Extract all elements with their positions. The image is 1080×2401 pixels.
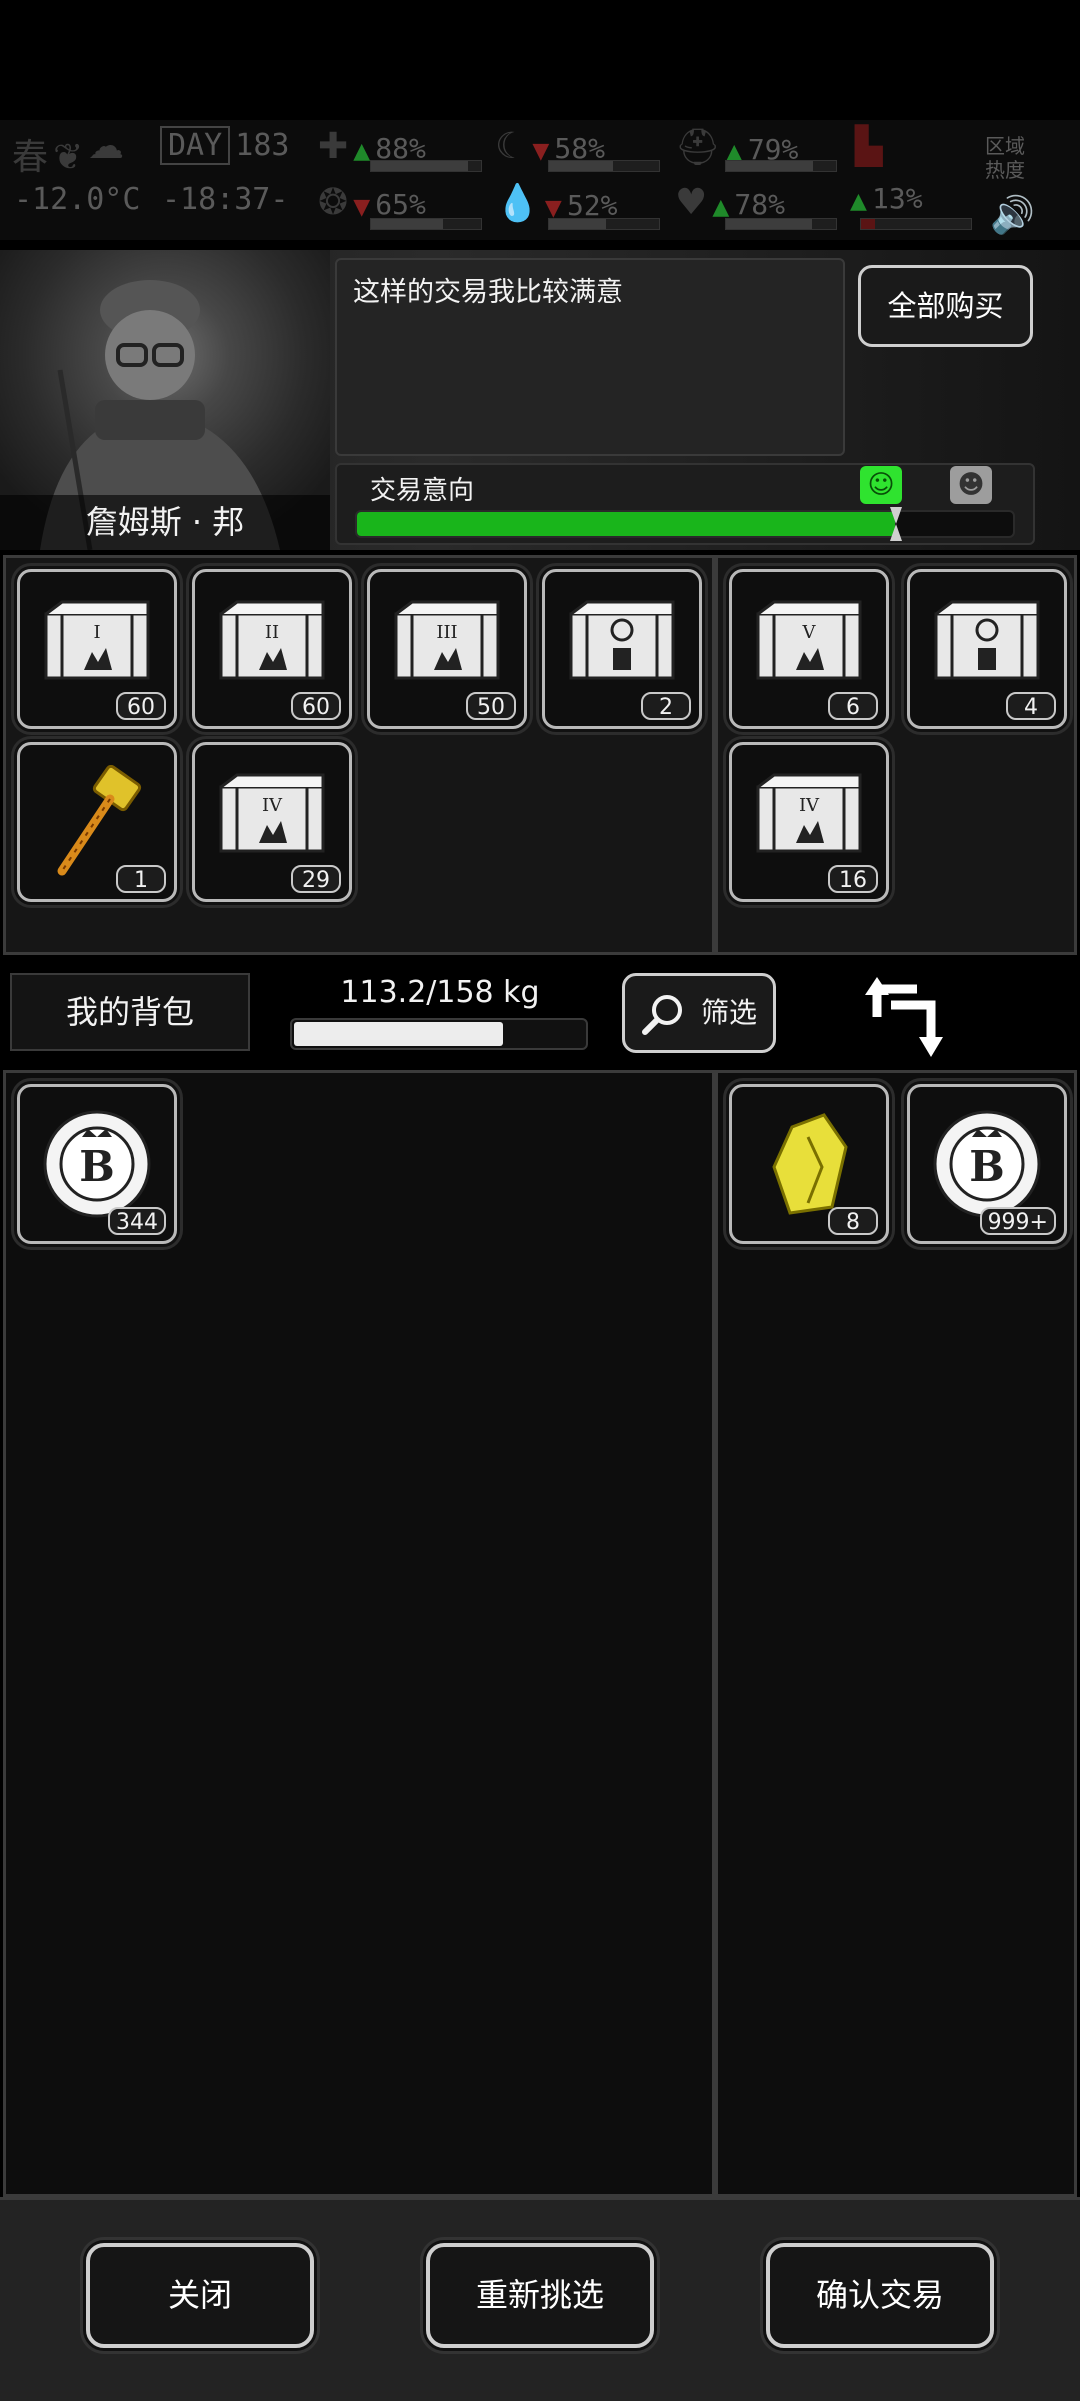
trend-up-icon: ▲ xyxy=(712,195,730,220)
item-count: 344 xyxy=(108,1207,166,1235)
item-count: 1 xyxy=(116,865,166,893)
merchant-item-slot[interactable]: IV 29 xyxy=(192,742,352,902)
temperature: -12.0°C xyxy=(14,182,141,217)
heart-icon: ♥ xyxy=(675,182,708,223)
crate-icon: IV xyxy=(219,773,325,853)
happy-face-icon: ☺ xyxy=(860,466,902,504)
svg-text:B: B xyxy=(969,1142,1005,1191)
merchant-item-slot[interactable]: 2 xyxy=(542,569,702,729)
water-drop-icon: 💧 xyxy=(495,183,540,224)
status-bar: 春 ❦ ☁ -12.0°C DAY 183 -18:37- ✚ ▲ 88% ☾ … xyxy=(0,120,1080,240)
my-bag-label: 我的背包 xyxy=(10,973,250,1051)
svg-text:IV: IV xyxy=(262,795,283,816)
item-count: 6 xyxy=(828,692,878,720)
hourglass-icon xyxy=(889,506,902,542)
day-label: DAY xyxy=(160,126,231,165)
item-count: 2 xyxy=(641,692,691,720)
mask-icon: ⛑ xyxy=(675,127,721,168)
merchant-offer-slot[interactable]: V 6 xyxy=(729,569,889,729)
trend-down-icon: ▼ xyxy=(353,195,371,220)
bag-weight: 113.2/158 kg xyxy=(340,975,540,1010)
player-offer-slot[interactable]: B 999+ xyxy=(907,1084,1067,1244)
leaf-icon: ❦ xyxy=(53,137,84,178)
coin-icon: B xyxy=(933,1110,1041,1218)
player-offer-slot[interactable]: 8 xyxy=(729,1084,889,1244)
item-count: 29 xyxy=(291,865,341,893)
crate-icon: III xyxy=(394,600,500,680)
crate-icon xyxy=(569,600,675,680)
cloud-icon: ☁ xyxy=(88,126,124,167)
day-number: 183 xyxy=(235,128,290,163)
crate-icon: IV xyxy=(756,773,862,853)
item-count: 999+ xyxy=(979,1207,1056,1235)
boot-icon: ▙ xyxy=(855,126,883,167)
npc-name: 詹姆斯 · 邦 xyxy=(0,495,330,550)
merchant-item-slot[interactable]: III 50 xyxy=(367,569,527,729)
trend-up-icon: ▲ xyxy=(850,189,867,214)
trend-up-icon: ▲ xyxy=(353,139,371,164)
svg-text:V: V xyxy=(802,622,817,643)
confirm-trade-button[interactable]: 确认交易 xyxy=(766,2243,994,2348)
svg-text:III: III xyxy=(436,622,457,643)
item-count: 4 xyxy=(1006,692,1056,720)
speaker-icon[interactable]: 🔊 xyxy=(990,194,1035,244)
merchant-item-slot[interactable]: I 60 xyxy=(17,569,177,729)
brain-icon: ❂ xyxy=(318,182,349,223)
svg-text:II: II xyxy=(265,622,279,643)
item-count: 50 xyxy=(466,692,516,720)
item-count: 60 xyxy=(291,692,341,720)
item-count: 60 xyxy=(116,692,166,720)
coin-icon: B xyxy=(43,1110,151,1218)
trend-down-icon: ▼ xyxy=(532,139,550,164)
region-heat-label: 区域热度 xyxy=(985,134,1025,182)
stat-value: 65% xyxy=(375,188,426,221)
svg-text:IV: IV xyxy=(799,795,820,816)
crate-icon: V xyxy=(756,600,862,680)
reselect-button[interactable]: 重新挑选 xyxy=(426,2243,654,2348)
search-icon xyxy=(642,995,682,1035)
trade-intent-label: 交易意向 xyxy=(370,476,475,506)
dialog-box: 这样的交易我比较满意 xyxy=(335,258,845,456)
trade-intent-fill xyxy=(357,512,895,536)
crate-icon: II xyxy=(219,600,325,680)
swap-icon[interactable] xyxy=(855,965,955,1065)
dialog-text: 这样的交易我比较满意 xyxy=(353,277,623,308)
crystal-icon xyxy=(772,1113,848,1215)
crate-icon: I xyxy=(44,600,150,680)
day-counter: DAY 183 xyxy=(160,126,290,178)
item-count: 16 xyxy=(828,865,878,893)
bag-weight-fill xyxy=(294,1022,503,1046)
filter-label: 筛选 xyxy=(701,996,758,1029)
merchant-item-slot[interactable]: II 60 xyxy=(192,569,352,729)
player-item-slot[interactable]: B 344 xyxy=(17,1084,177,1244)
merchant-offer-slot[interactable]: IV 16 xyxy=(729,742,889,902)
close-button[interactable]: 关闭 xyxy=(86,2243,314,2348)
clock: -18:37- xyxy=(162,182,289,217)
item-count: 8 xyxy=(828,1207,878,1235)
hammer-icon xyxy=(57,765,142,876)
crate-icon xyxy=(934,600,1040,680)
filter-button[interactable]: 筛选 xyxy=(622,973,776,1053)
stat-value: 78% xyxy=(734,188,785,221)
stat-value: 13% xyxy=(872,182,923,215)
season-label: 春 xyxy=(12,137,49,178)
stomach-icon: ☾ xyxy=(495,126,528,167)
svg-text:B: B xyxy=(79,1142,115,1191)
medkit-icon: ✚ xyxy=(318,126,349,167)
season-indicator: 春 ❦ xyxy=(12,128,83,178)
svg-text:I: I xyxy=(93,622,100,643)
merchant-offer-slot[interactable]: 4 xyxy=(907,569,1067,729)
buy-all-button[interactable]: 全部购买 xyxy=(858,265,1033,347)
grin-face-icon: ☻ xyxy=(950,466,992,504)
merchant-item-slot[interactable]: 1 xyxy=(17,742,177,902)
